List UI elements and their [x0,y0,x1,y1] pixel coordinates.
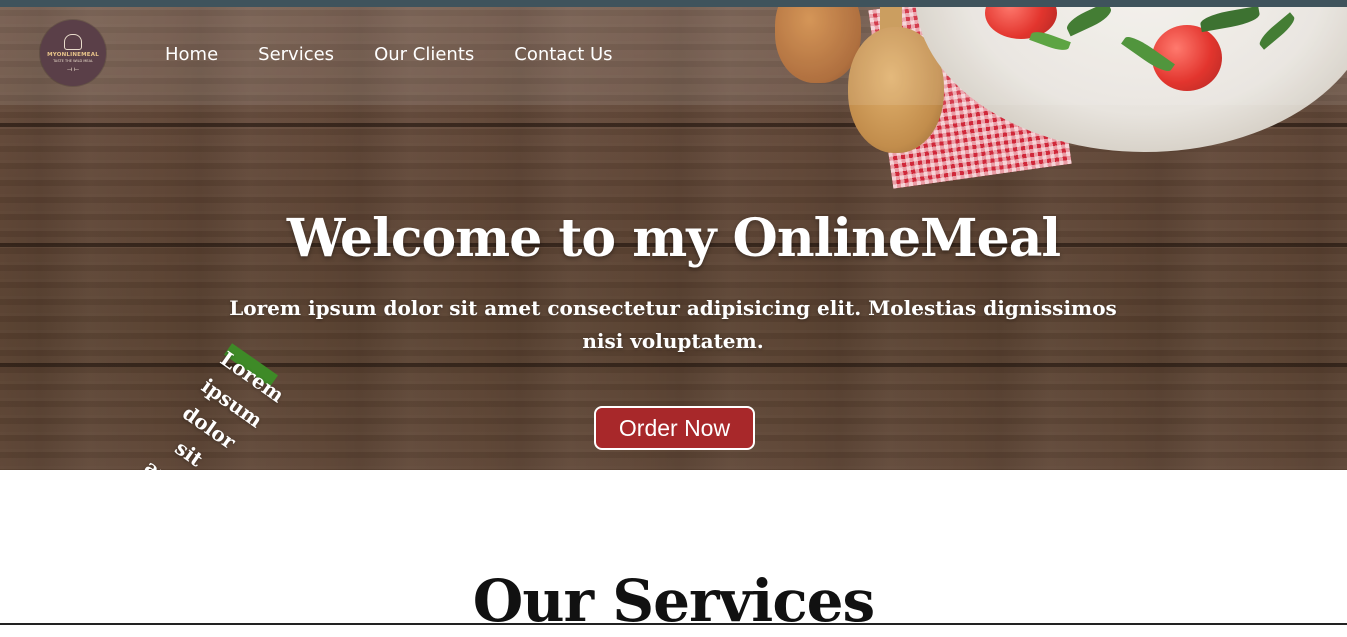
utensils-icon: ⟞ ⟝ [67,65,79,73]
logo-text: MYONLINEMEAL [47,51,99,58]
site-logo[interactable]: MYONLINEMEAL TASTE THE WILD MEAL ⟞ ⟝ [40,20,106,86]
logo-tagline: TASTE THE WILD MEAL [53,59,93,63]
hero-description: Lorem ipsum dolor sit amet consectetur a… [140,292,1123,470]
main-nav: Home Services Our Clients Contact Us [165,42,613,68]
nav-link-home[interactable]: Home [165,42,218,68]
hero-title: Welcome to my OnlineMeal [286,208,1061,269]
nav-link-services[interactable]: Services [258,42,334,68]
nav-link-our-clients[interactable]: Our Clients [374,42,474,68]
nav-link-contact-us[interactable]: Contact Us [514,42,612,68]
services-heading: Our Services [472,567,875,635]
hero-text-line-1: Lorem ipsum dolor sit amet consectetur a… [229,296,1117,353]
hero-section: MYONLINEMEAL TASTE THE WILD MEAL ⟞ ⟝ Hom… [0,7,1347,470]
chef-hat-icon [64,33,82,50]
order-now-button[interactable]: Order Now [594,406,755,450]
top-strip [0,0,1347,7]
